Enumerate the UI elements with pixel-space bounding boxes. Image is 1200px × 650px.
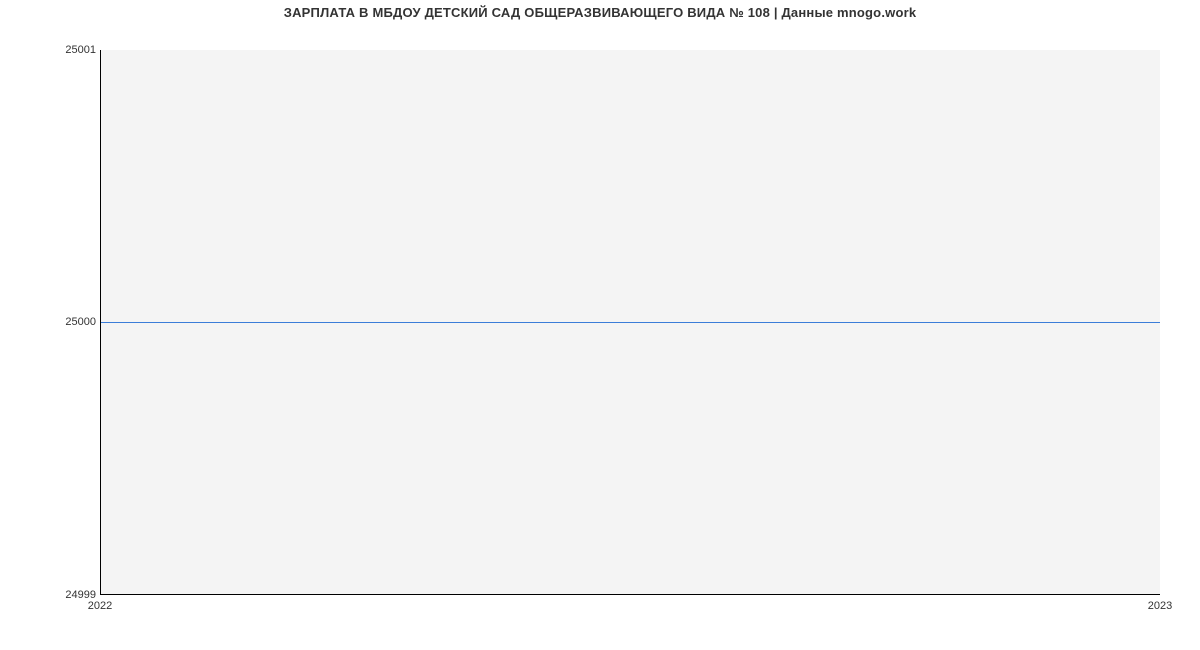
plot-area xyxy=(100,50,1160,595)
chart-container: ЗАРПЛАТА В МБДОУ ДЕТСКИЙ САД ОБЩЕРАЗВИВА… xyxy=(0,0,1200,650)
x-tick-left: 2022 xyxy=(88,600,112,612)
series-line xyxy=(101,322,1160,323)
chart-title: ЗАРПЛАТА В МБДОУ ДЕТСКИЙ САД ОБЩЕРАЗВИВА… xyxy=(0,5,1200,20)
x-tick-right: 2023 xyxy=(1148,600,1172,612)
y-tick-bottom: 24999 xyxy=(6,589,96,601)
y-tick-middle: 25000 xyxy=(6,316,96,328)
y-tick-top: 25001 xyxy=(6,44,96,56)
